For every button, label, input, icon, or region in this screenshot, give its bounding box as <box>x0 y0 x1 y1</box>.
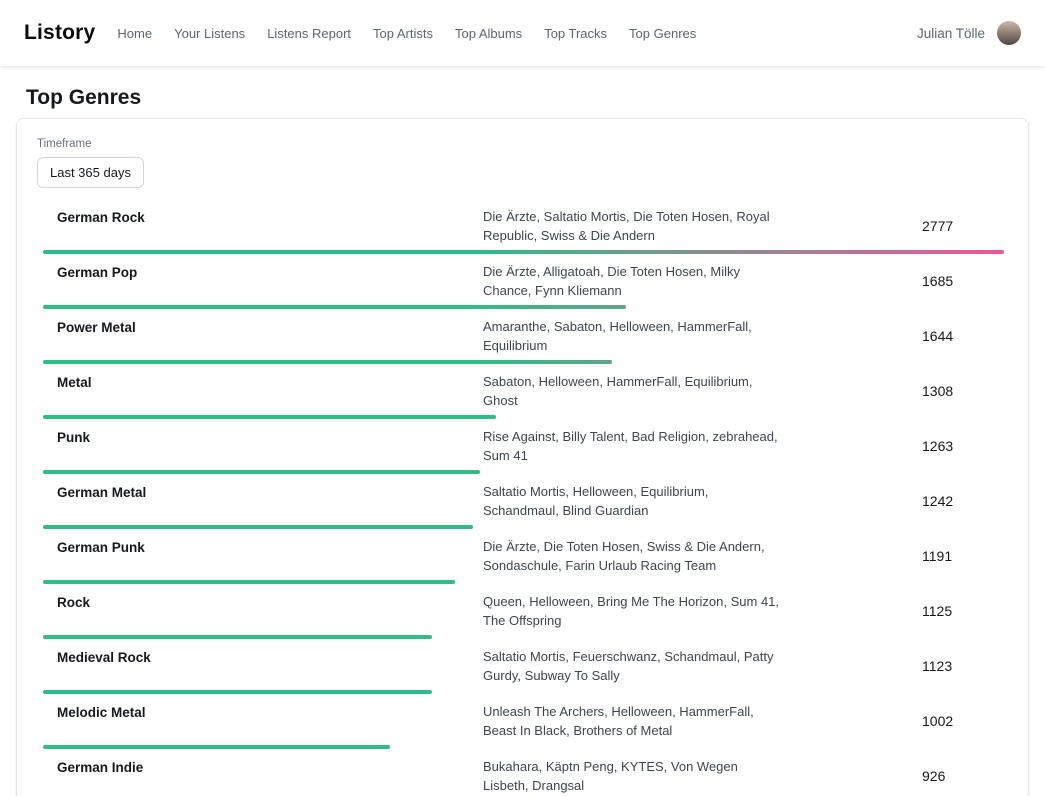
user-name[interactable]: Julian Tölle <box>917 26 985 41</box>
genre-play-count: 1123 <box>922 658 1004 674</box>
nav-top-tracks[interactable]: Top Tracks <box>544 26 607 41</box>
main-content: Top Genres Timeframe Last 365 days Germa… <box>0 84 1045 796</box>
genre-row-main: German Punk Die Ärzte, Die Toten Hosen, … <box>43 537 1004 575</box>
genre-play-count: 1002 <box>922 713 1004 729</box>
genre-row-main: Punk Rise Against, Billy Talent, Bad Rel… <box>43 427 1004 465</box>
genre-name: Rock <box>57 592 483 612</box>
genre-row-main: German Pop Die Ärzte, Alligatoah, Die To… <box>43 262 1004 300</box>
genre-bar <box>43 360 612 364</box>
app-logo[interactable]: Listory <box>24 21 95 45</box>
genre-bar <box>43 580 455 584</box>
genre-top-artists: Die Ärzte, Saltatio Mortis, Die Toten Ho… <box>483 207 783 245</box>
nav-listens-report[interactable]: Listens Report <box>267 26 351 41</box>
genre-top-artists: Saltatio Mortis, Helloween, Equilibrium,… <box>483 482 783 520</box>
genre-bar <box>43 525 473 529</box>
genre-top-artists: Saltatio Mortis, Feuerschwanz, Schandmau… <box>483 647 783 685</box>
genre-row-main: Medieval Rock Saltatio Mortis, Feuerschw… <box>43 647 1004 685</box>
genre-bar <box>43 305 626 309</box>
genre-play-count: 1263 <box>922 438 1004 454</box>
genre-bar <box>43 415 496 419</box>
genre-row: German Punk Die Ärzte, Die Toten Hosen, … <box>43 537 1004 584</box>
genre-name: Metal <box>57 372 483 392</box>
genre-top-artists: Die Ärzte, Die Toten Hosen, Swiss & Die … <box>483 537 783 575</box>
genre-name: German Indie <box>57 757 483 777</box>
genre-top-artists: Die Ärzte, Alligatoah, Die Toten Hosen, … <box>483 262 783 300</box>
genre-play-count: 1308 <box>922 383 1004 399</box>
genre-bar <box>43 250 1004 254</box>
genre-top-artists: Amaranthe, Sabaton, Helloween, HammerFal… <box>483 317 783 355</box>
genre-row: Metal Sabaton, Helloween, HammerFall, Eq… <box>43 372 1004 419</box>
genre-bar-track <box>43 305 1004 309</box>
genre-name: Power Metal <box>57 317 483 337</box>
genre-play-count: 926 <box>922 768 1004 784</box>
genre-row-main: Metal Sabaton, Helloween, HammerFall, Eq… <box>43 372 1004 410</box>
genre-row-main: Rock Queen, Helloween, Bring Me The Hori… <box>43 592 1004 630</box>
genre-row: Power Metal Amaranthe, Sabaton, Hellowee… <box>43 317 1004 364</box>
user-area: Julian Tölle <box>917 21 1021 45</box>
genre-play-count: 1191 <box>922 548 1004 564</box>
genre-top-artists: Unleash The Archers, Helloween, HammerFa… <box>483 702 783 740</box>
genre-top-artists: Bukahara, Käptn Peng, KYTES, Von Wegen L… <box>483 757 783 795</box>
genre-play-count: 2777 <box>922 218 1004 234</box>
nav-top-genres[interactable]: Top Genres <box>629 26 696 41</box>
genre-row: Melodic Metal Unleash The Archers, Hello… <box>43 702 1004 749</box>
genre-bar <box>43 745 390 749</box>
nav-top-artists[interactable]: Top Artists <box>373 26 433 41</box>
genre-list: German Rock Die Ärzte, Saltatio Mortis, … <box>43 207 1004 796</box>
genre-row: Rock Queen, Helloween, Bring Me The Hori… <box>43 592 1004 639</box>
top-genres-card: Timeframe Last 365 days German Rock Die … <box>16 118 1029 796</box>
timeframe-label: Timeframe <box>37 137 1008 151</box>
genre-play-count: 1644 <box>922 328 1004 344</box>
genre-name: German Metal <box>57 482 483 502</box>
genre-name: German Punk <box>57 537 483 557</box>
genre-top-artists: Rise Against, Billy Talent, Bad Religion… <box>483 427 783 465</box>
nav-home[interactable]: Home <box>117 26 152 41</box>
genre-row-main: Power Metal Amaranthe, Sabaton, Hellowee… <box>43 317 1004 355</box>
genre-bar-track <box>43 470 1004 474</box>
genre-name: German Pop <box>57 262 483 282</box>
genre-bar-track <box>43 250 1004 254</box>
main-nav: Home Your Listens Listens Report Top Art… <box>117 26 696 41</box>
genre-row: German Pop Die Ärzte, Alligatoah, Die To… <box>43 262 1004 309</box>
genre-row: German Rock Die Ärzte, Saltatio Mortis, … <box>43 207 1004 254</box>
genre-bar-track <box>43 745 1004 749</box>
genre-row: German Metal Saltatio Mortis, Helloween,… <box>43 482 1004 529</box>
page-title: Top Genres <box>26 84 1029 111</box>
genre-play-count: 1125 <box>922 603 1004 619</box>
genre-play-count: 1685 <box>922 273 1004 289</box>
genre-row-main: German Metal Saltatio Mortis, Helloween,… <box>43 482 1004 520</box>
genre-top-artists: Sabaton, Helloween, HammerFall, Equilibr… <box>483 372 783 410</box>
timeframe-select[interactable]: Last 365 days <box>37 157 144 188</box>
genre-name: German Rock <box>57 207 483 227</box>
genre-row-main: Melodic Metal Unleash The Archers, Hello… <box>43 702 1004 740</box>
genre-play-count: 1242 <box>922 493 1004 509</box>
genre-top-artists: Queen, Helloween, Bring Me The Horizon, … <box>483 592 783 630</box>
genre-bar <box>43 635 432 639</box>
genre-row-main: German Indie Bukahara, Käptn Peng, KYTES… <box>43 757 1004 795</box>
genre-bar-track <box>43 635 1004 639</box>
genre-row-main: German Rock Die Ärzte, Saltatio Mortis, … <box>43 207 1004 245</box>
genre-name: Punk <box>57 427 483 447</box>
genre-bar-track <box>43 415 1004 419</box>
nav-your-listens[interactable]: Your Listens <box>174 26 245 41</box>
top-navbar: Listory Home Your Listens Listens Report… <box>0 0 1045 66</box>
user-avatar[interactable] <box>997 21 1021 45</box>
genre-bar <box>43 470 480 474</box>
genre-row: German Indie Bukahara, Käptn Peng, KYTES… <box>43 757 1004 796</box>
genre-bar-track <box>43 360 1004 364</box>
genre-bar-track <box>43 525 1004 529</box>
genre-bar <box>43 690 432 694</box>
nav-top-albums[interactable]: Top Albums <box>455 26 522 41</box>
genre-row: Punk Rise Against, Billy Talent, Bad Rel… <box>43 427 1004 474</box>
genre-row: Medieval Rock Saltatio Mortis, Feuerschw… <box>43 647 1004 694</box>
genre-bar-track <box>43 690 1004 694</box>
genre-bar-track <box>43 580 1004 584</box>
genre-name: Medieval Rock <box>57 647 483 667</box>
genre-name: Melodic Metal <box>57 702 483 722</box>
